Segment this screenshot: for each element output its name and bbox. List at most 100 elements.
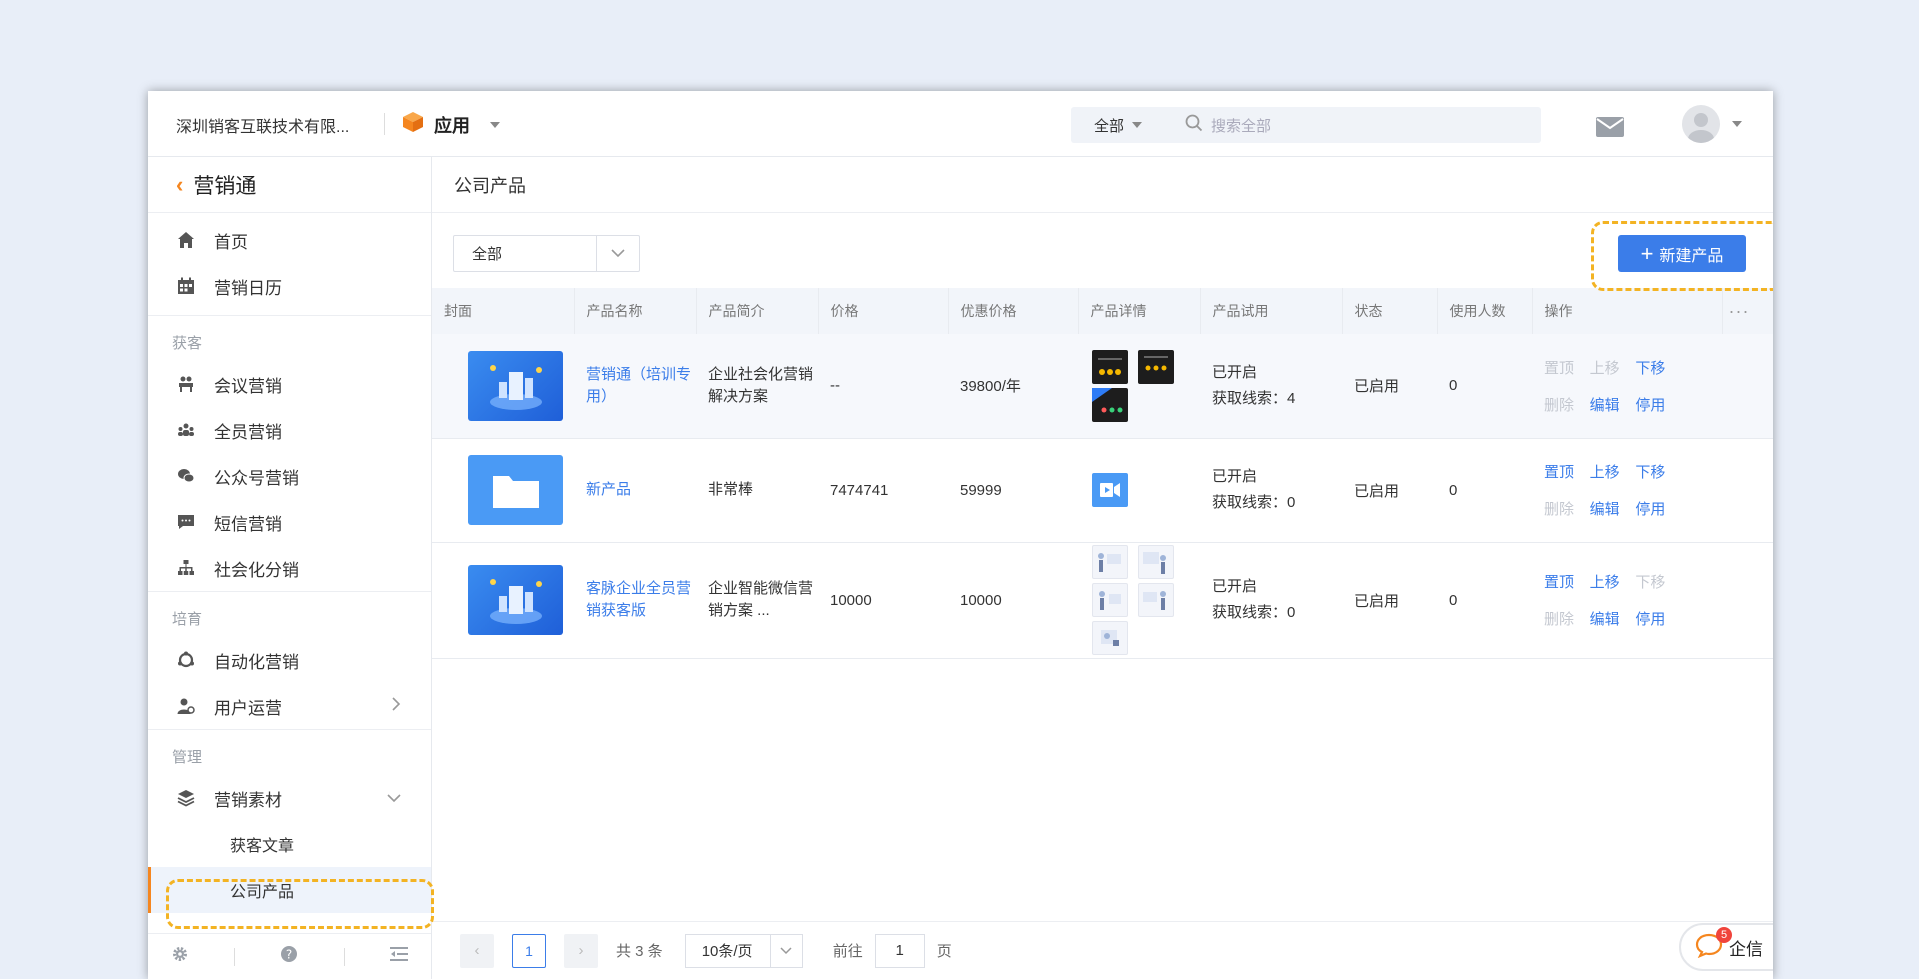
home-icon [176,230,196,250]
move-down-button[interactable]: 下移 [1635,461,1669,482]
avatar-chevron-down-icon[interactable] [1732,121,1742,127]
sidebar-sub-products[interactable]: 公司产品 [148,867,431,913]
edit-button[interactable]: 编辑 [1590,498,1624,519]
sidebar-item-user-ops[interactable]: 用户运营 [148,683,431,729]
prev-page-button[interactable]: ‹ [460,933,494,968]
back-chevron-icon[interactable]: ‹ [176,172,183,198]
search-input[interactable]: 搜索全部 [1211,115,1271,136]
product-name-link[interactable]: 营销通（培训专用） [574,334,696,438]
trial-status: 已开启 [1212,578,1258,595]
edit-button[interactable]: 编辑 [1590,394,1624,415]
search-scope-select[interactable]: 全部 [1094,115,1143,136]
page-unit-label: 页 [936,943,952,960]
row-actions: 置顶 上移 下移 删除 编辑 停用 [1544,357,1669,415]
more-columns-icon[interactable]: ··· [1722,288,1773,334]
product-name-link[interactable]: 新产品 [574,438,696,542]
product-cover-image[interactable] [468,565,563,635]
disable-button[interactable]: 停用 [1635,498,1669,519]
qixin-chat-button[interactable]: 5 企信 [1679,923,1773,971]
collapse-menu-icon[interactable] [390,946,409,967]
product-price: 7474741 [830,481,889,499]
move-down-button: 下移 [1635,574,1666,591]
table-row: 营销通（培训专用） 企业社会化营销解决方案 -- 39800/年 已开启 获取线… [432,334,1773,438]
team-icon [176,420,196,440]
avatar[interactable] [1682,105,1720,143]
next-page-button[interactable]: › [564,933,598,968]
sidebar-sub-articles[interactable]: 获客文章 [148,821,431,867]
app-label: 应用 [434,115,470,136]
product-cover-image[interactable] [468,455,563,525]
page-size-select[interactable]: 10条/页 [684,933,803,968]
sidebar-item-all-staff[interactable]: 全员营销 [148,407,431,453]
table-header-row: 封面 产品名称 产品简介 价格 优惠价格 产品详情 产品试用 状态 使用人数 操… [432,288,1773,334]
pin-top-button[interactable]: 置顶 [1544,461,1578,482]
company-name[interactable]: 深圳销客互联技术有限... [176,113,349,137]
product-detail-thumbnails [1090,545,1200,655]
product-users: 0 [1449,481,1458,499]
chevron-down-icon [490,121,500,128]
top-bar: 深圳销客互联技术有限... 应用 全部 搜索全部 [148,91,1773,157]
mail-icon[interactable] [1596,117,1624,142]
edit-button[interactable]: 编辑 [1590,608,1624,629]
product-discount: 10000 [960,591,1002,609]
detail-thumbnail[interactable] [1138,545,1174,579]
product-price: -- [830,377,840,395]
detail-thumbnail[interactable] [1092,545,1128,579]
detail-thumbnail[interactable] [1092,349,1128,384]
sidebar-item-label: 全员营销 [214,422,282,442]
app-switcher[interactable]: 应用 [402,111,500,138]
col-actions: 操作 [1532,288,1723,334]
sidebar-item-official-account[interactable]: 公众号营销 [148,453,431,499]
sidebar-item-calendar[interactable]: 营销日历 [148,263,431,309]
sidebar-item-materials[interactable]: 营销素材 [148,775,431,821]
detail-thumbnail[interactable] [1138,583,1174,617]
current-page[interactable]: 1 [512,933,546,968]
sidebar-item-automation[interactable]: 自动化营销 [148,637,431,683]
goto-page-input[interactable]: 1 [874,933,925,968]
detail-thumbnail[interactable] [1092,387,1128,422]
move-up-button[interactable]: 上移 [1590,461,1624,482]
new-product-button[interactable]: + 新建产品 [1618,235,1746,272]
sidebar-item-label: 用户运营 [214,698,282,718]
col-name: 产品名称 [574,288,697,334]
detail-thumbnail[interactable] [1138,349,1174,384]
video-thumbnail-icon[interactable] [1092,473,1128,507]
product-detail-thumbnails [1090,473,1200,507]
pin-top-button[interactable]: 置顶 [1544,571,1578,592]
move-down-button[interactable]: 下移 [1635,357,1669,378]
product-users: 0 [1449,591,1458,609]
move-up-button[interactable]: 上移 [1590,571,1624,592]
col-trial: 产品试用 [1200,288,1343,334]
help-icon[interactable]: ? [280,945,298,968]
trial-leads: 获取线索：4 [1212,389,1296,407]
sidebar-item-meeting[interactable]: 会议营销 [148,361,431,407]
product-detail-thumbnails [1090,349,1200,422]
new-product-label: 新建产品 [1659,247,1724,265]
chevron-down-icon [387,788,401,808]
product-discount: 39800/年 [960,378,1021,396]
product-cover-image[interactable] [468,350,563,421]
chevron-down-icon [596,236,639,271]
svg-text:?: ? [286,948,292,962]
sidebar-header[interactable]: ‹ 营销通 [148,157,431,213]
table-row: 新产品 非常棒 7474741 59999 已开启 获取线索：0 已启用 0 置… [432,438,1773,542]
disable-button[interactable]: 停用 [1635,608,1669,629]
chevron-down-icon [769,934,802,967]
detail-thumbnail[interactable] [1092,583,1128,617]
category-filter-select[interactable]: 全部 [453,235,640,272]
sidebar-footer: ? [148,933,431,979]
sidebar-item-social-distribution[interactable]: 社会化分销 [148,545,431,591]
disable-button[interactable]: 停用 [1635,394,1669,415]
chevron-down-icon [1132,122,1143,128]
col-discount: 优惠价格 [948,288,1079,334]
gear-icon[interactable] [171,945,189,968]
unread-badge: 5 [1716,927,1732,943]
page-title: 公司产品 [432,157,1773,213]
detail-thumbnail[interactable] [1092,621,1128,655]
sidebar-item-sms[interactable]: 短信营销 [148,499,431,545]
product-status: 已启用 [1354,482,1400,500]
sidebar-item-label: 会议营销 [214,376,282,396]
divider [234,947,236,966]
sidebar-item-home[interactable]: 首页 [148,217,431,263]
product-name-link[interactable]: 客脉企业全员营销获客版 [574,542,696,658]
